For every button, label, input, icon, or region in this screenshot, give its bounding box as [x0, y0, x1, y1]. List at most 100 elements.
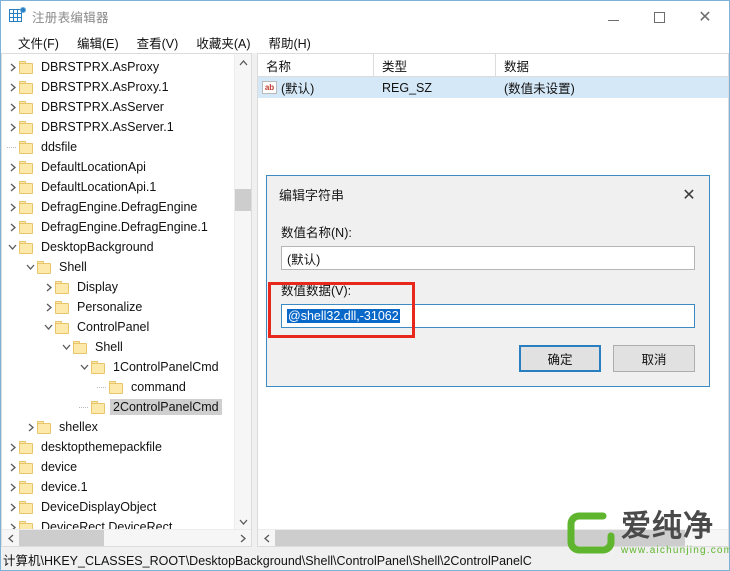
menu-item-edit[interactable]: 编辑(E) — [68, 31, 128, 54]
folder-icon — [19, 240, 34, 254]
folder-icon — [73, 340, 88, 354]
tree-hscroll-thumb[interactable] — [19, 530, 104, 546]
watermark: 爱纯净 www.aichunjing.com — [559, 497, 730, 569]
edit-string-dialog[interactable]: 编辑字符串 ✕ 数值名称(N): (默认) 数值数据(V): @shell32.… — [266, 175, 710, 387]
folder-icon — [19, 140, 34, 154]
tree-scroll-thumb[interactable] — [235, 189, 251, 211]
tree-item-label: Personalize — [77, 300, 143, 314]
chevron-right-icon[interactable] — [6, 477, 19, 497]
folder-icon — [19, 460, 34, 474]
tree-item[interactable]: DBRSTPRX.AsProxy.1 — [2, 77, 234, 97]
registry-tree[interactable]: DBRSTPRX.AsProxy DBRSTPRX.AsProxy.1 DBRSTP… — [2, 57, 234, 537]
tree-item[interactable]: DefragEngine.DefragEngine.1 — [2, 217, 234, 237]
tree-item[interactable]: device.1 — [2, 477, 234, 497]
values-header-row: 名称 类型 数据 — [258, 54, 728, 77]
chevron-right-icon[interactable] — [6, 217, 19, 237]
chevron-right-icon[interactable] — [42, 277, 55, 297]
close-button[interactable]: ✕ — [682, 2, 728, 32]
folder-icon — [37, 260, 52, 274]
chevron-right-icon[interactable] — [6, 497, 19, 517]
chevron-down-icon[interactable] — [78, 357, 91, 377]
value-name-text: (默认) — [281, 82, 315, 96]
scroll-down-icon[interactable] — [235, 513, 251, 530]
folder-icon — [55, 300, 70, 314]
tree-item[interactable]: DefaultLocationApi.1 — [2, 177, 234, 197]
tree-item[interactable]: Shell — [2, 337, 234, 357]
chevron-right-icon[interactable] — [6, 77, 19, 97]
tree-item[interactable]: DefaultLocationApi — [2, 157, 234, 177]
chevron-right-icon[interactable] — [6, 457, 19, 477]
minimize-button[interactable] — [590, 2, 636, 32]
chevron-down-icon[interactable] — [24, 257, 37, 277]
tree-item[interactable]: DBRSTPRX.AsServer.1 — [2, 117, 234, 137]
value-type-cell: REG_SZ — [382, 80, 433, 95]
value-name-input[interactable]: (默认) — [281, 246, 695, 270]
dialog-close-icon[interactable]: ✕ — [669, 179, 709, 209]
scroll-right-icon[interactable] — [234, 530, 251, 546]
tree-item[interactable]: device — [2, 457, 234, 477]
menu-item-favorites[interactable]: 收藏夹(A) — [187, 31, 259, 54]
tree-item[interactable]: Shell — [2, 257, 234, 277]
tree-item-label: device — [41, 460, 78, 474]
column-header-name[interactable]: 名称 — [258, 54, 374, 76]
table-row[interactable]: ab (默认) REG_SZ (数值未设置) — [258, 77, 728, 98]
tree-leaf-spacer — [6, 137, 19, 157]
maximize-button[interactable] — [636, 2, 682, 32]
folder-icon — [55, 280, 70, 294]
chevron-right-icon[interactable] — [6, 197, 19, 217]
tree-item[interactable]: DefragEngine.DefragEngine — [2, 197, 234, 217]
chevron-right-icon[interactable] — [6, 57, 19, 77]
tree-item[interactable]: DBRSTPRX.AsProxy — [2, 57, 234, 77]
chevron-down-icon[interactable] — [60, 337, 73, 357]
tree-item[interactable]: desktopthemepackfile — [2, 437, 234, 457]
ok-button[interactable]: 确定 — [519, 345, 601, 372]
tree-item[interactable]: DBRSTPRX.AsServer — [2, 97, 234, 117]
tree-item[interactable]: Personalize — [2, 297, 234, 317]
chevron-right-icon[interactable] — [24, 417, 37, 437]
watermark-url: www.aichunjing.com — [621, 544, 730, 556]
chevron-down-icon[interactable] — [6, 237, 19, 257]
tree-item[interactable]: ddsfile — [2, 137, 234, 157]
tree-item[interactable]: 2ControlPanelCmd — [2, 397, 234, 417]
folder-icon — [19, 120, 34, 134]
tree-item-label: Shell — [95, 340, 123, 354]
window-title: 注册表编辑器 — [32, 10, 109, 25]
tree-item[interactable]: command — [2, 377, 234, 397]
value-name-input-text: (默认) — [287, 252, 321, 267]
tree-item[interactable]: ControlPanel — [2, 317, 234, 337]
column-header-type[interactable]: 类型 — [374, 54, 496, 76]
chevron-down-icon[interactable] — [42, 317, 55, 337]
tree-item-label: command — [131, 380, 186, 394]
tree-vertical-scrollbar[interactable] — [234, 54, 251, 530]
tree-item-label: DBRSTPRX.AsServer.1 — [41, 120, 174, 134]
column-header-data[interactable]: 数据 — [496, 54, 728, 76]
chevron-right-icon[interactable] — [6, 97, 19, 117]
chevron-right-icon[interactable] — [6, 117, 19, 137]
scroll-up-icon[interactable] — [235, 54, 251, 71]
tree-item[interactable]: shellex — [2, 417, 234, 437]
folder-icon — [19, 60, 34, 74]
registry-tree-pane[interactable]: DBRSTPRX.AsProxy DBRSTPRX.AsProxy.1 DBRSTP… — [1, 53, 252, 547]
menu-item-help[interactable]: 帮助(H) — [259, 31, 319, 54]
tree-item[interactable]: DesktopBackground — [2, 237, 234, 257]
chevron-right-icon[interactable] — [6, 157, 19, 177]
tree-horizontal-scrollbar[interactable] — [2, 529, 251, 546]
menu-item-view[interactable]: 查看(V) — [128, 31, 188, 54]
tree-item-label: DefragEngine.DefragEngine — [41, 200, 198, 214]
cancel-button[interactable]: 取消 — [613, 345, 695, 372]
chevron-right-icon[interactable] — [6, 437, 19, 457]
value-data-cell: (数值未设置) — [504, 82, 575, 96]
folder-icon — [91, 400, 106, 414]
chevron-right-icon[interactable] — [42, 297, 55, 317]
tree-item-label: DeviceDisplayObject — [41, 500, 157, 514]
folder-icon — [19, 200, 34, 214]
chevron-right-icon[interactable] — [6, 177, 19, 197]
value-name-cell[interactable]: ab (默认) — [258, 78, 374, 97]
menu-item-file[interactable]: 文件(F) — [9, 31, 68, 54]
registry-editor-window: 注册表编辑器 ✕ 文件(F) 编辑(E) 查看(V) 收藏夹(A) 帮助(H) … — [0, 0, 730, 571]
tree-item[interactable]: Display — [2, 277, 234, 297]
scroll-left-icon[interactable] — [258, 530, 275, 546]
tree-item[interactable]: DeviceDisplayObject — [2, 497, 234, 517]
scroll-left-icon[interactable] — [2, 530, 19, 546]
tree-item[interactable]: 1ControlPanelCmd — [2, 357, 234, 377]
